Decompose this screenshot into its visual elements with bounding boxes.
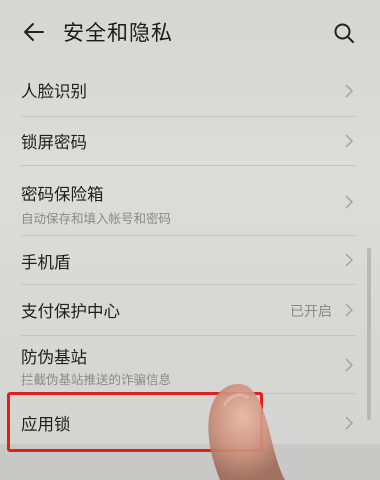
settings-item-face-recognition[interactable]: 人脸识别 <box>0 66 380 116</box>
settings-item-payment-protection[interactable]: 支付保护中心 已开启 <box>0 285 380 335</box>
title-bar: 安全和隐私 <box>0 0 380 62</box>
settings-item-lock-screen-password[interactable]: 锁屏密码 <box>0 117 380 165</box>
item-label: 手机盾 <box>21 253 71 272</box>
search-icon <box>334 23 354 43</box>
search-button[interactable] <box>326 15 362 51</box>
item-label: 人脸识别 <box>21 82 87 101</box>
scrollbar[interactable] <box>367 248 371 420</box>
arrow-left-icon <box>24 23 44 41</box>
item-label: 锁屏密码 <box>21 133 87 152</box>
item-description: 拦截伪基站推送的诈骗信息 <box>21 372 172 387</box>
item-label: 密码保险箱 <box>21 185 104 204</box>
chevron-right-icon <box>345 195 354 209</box>
settings-screen: 安全和隐私 人脸识别 锁屏密码 密码保险箱 自动保存和填入帐号和密码 手机盾 支… <box>0 0 380 480</box>
chevron-right-icon <box>345 358 354 372</box>
chevron-right-icon <box>345 303 354 317</box>
chevron-right-icon <box>345 416 354 430</box>
settings-item-phone-shield[interactable]: 手机盾 <box>0 236 380 284</box>
finger-overlay <box>208 384 285 480</box>
item-label: 支付保护中心 <box>21 302 120 321</box>
chevron-right-icon <box>345 253 354 267</box>
back-button[interactable] <box>14 14 54 50</box>
item-description: 自动保存和填入帐号和密码 <box>21 211 172 226</box>
item-label: 防伪基站 <box>21 348 87 367</box>
page-title: 安全和隐私 <box>63 21 173 45</box>
chevron-right-icon <box>345 84 354 98</box>
chevron-right-icon <box>345 134 354 148</box>
settings-item-password-vault[interactable]: 密码保险箱 自动保存和填入帐号和密码 <box>0 166 380 234</box>
status-text: 已开启 <box>290 304 332 320</box>
